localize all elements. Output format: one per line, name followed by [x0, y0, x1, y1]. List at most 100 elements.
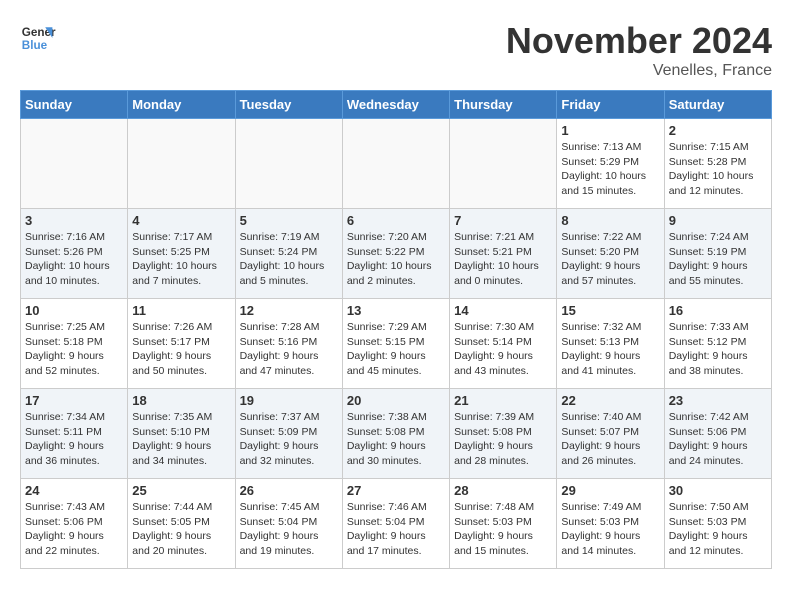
day-number: 29 [561, 483, 659, 498]
day-cell: 30 Sunrise: 7:50 AM Sunset: 5:03 PM Dayli… [664, 479, 771, 569]
week-row-5: 24 Sunrise: 7:43 AM Sunset: 5:06 PM Dayli… [21, 479, 772, 569]
week-row-4: 17 Sunrise: 7:34 AM Sunset: 5:11 PM Dayli… [21, 389, 772, 479]
day-number: 19 [240, 393, 338, 408]
day-number: 7 [454, 213, 552, 228]
day-cell: 18 Sunrise: 7:35 AM Sunset: 5:10 PM Dayli… [128, 389, 235, 479]
day-cell: 8 Sunrise: 7:22 AM Sunset: 5:20 PM Daylig… [557, 209, 664, 299]
day-cell: 9 Sunrise: 7:24 AM Sunset: 5:19 PM Daylig… [664, 209, 771, 299]
day-info: Sunrise: 7:42 AM Sunset: 5:06 PM Dayligh… [669, 410, 767, 469]
day-number: 27 [347, 483, 445, 498]
month-title: November 2024 [506, 20, 772, 62]
day-number: 1 [561, 123, 659, 138]
day-number: 26 [240, 483, 338, 498]
day-info: Sunrise: 7:44 AM Sunset: 5:05 PM Dayligh… [132, 500, 230, 559]
day-number: 15 [561, 303, 659, 318]
logo: General Blue [20, 20, 56, 56]
day-info: Sunrise: 7:25 AM Sunset: 5:18 PM Dayligh… [25, 320, 123, 379]
day-cell: 16 Sunrise: 7:33 AM Sunset: 5:12 PM Dayli… [664, 299, 771, 389]
day-info: Sunrise: 7:17 AM Sunset: 5:25 PM Dayligh… [132, 230, 230, 289]
day-cell [342, 119, 449, 209]
day-number: 8 [561, 213, 659, 228]
day-number: 25 [132, 483, 230, 498]
day-cell: 25 Sunrise: 7:44 AM Sunset: 5:05 PM Dayli… [128, 479, 235, 569]
day-number: 28 [454, 483, 552, 498]
day-info: Sunrise: 7:48 AM Sunset: 5:03 PM Dayligh… [454, 500, 552, 559]
day-cell: 3Sunrise: 7:16 AM Sunset: 5:26 PM Daylig… [21, 209, 128, 299]
logo-icon: General Blue [20, 20, 56, 56]
day-number: 11 [132, 303, 230, 318]
day-info: Sunrise: 7:46 AM Sunset: 5:04 PM Dayligh… [347, 500, 445, 559]
day-info: Sunrise: 7:22 AM Sunset: 5:20 PM Dayligh… [561, 230, 659, 289]
day-info: Sunrise: 7:28 AM Sunset: 5:16 PM Dayligh… [240, 320, 338, 379]
day-info: Sunrise: 7:40 AM Sunset: 5:07 PM Dayligh… [561, 410, 659, 469]
day-cell: 23 Sunrise: 7:42 AM Sunset: 5:06 PM Dayli… [664, 389, 771, 479]
day-cell [128, 119, 235, 209]
day-info: Sunrise: 7:32 AM Sunset: 5:13 PM Dayligh… [561, 320, 659, 379]
column-header-sunday: Sunday [21, 91, 128, 119]
day-number: 10 [25, 303, 123, 318]
day-number: 30 [669, 483, 767, 498]
day-info: Sunrise: 7:24 AM Sunset: 5:19 PM Dayligh… [669, 230, 767, 289]
day-number: 20 [347, 393, 445, 408]
title-section: November 2024 Venelles, France [506, 20, 772, 80]
column-header-thursday: Thursday [450, 91, 557, 119]
day-info: Sunrise: 7:16 AM Sunset: 5:26 PM Dayligh… [25, 230, 123, 289]
day-number: 4 [132, 213, 230, 228]
day-info: Sunrise: 7:21 AM Sunset: 5:21 PM Dayligh… [454, 230, 552, 289]
day-cell: 2 Sunrise: 7:15 AM Sunset: 5:28 PM Daylig… [664, 119, 771, 209]
column-header-tuesday: Tuesday [235, 91, 342, 119]
day-info: Sunrise: 7:43 AM Sunset: 5:06 PM Dayligh… [25, 500, 123, 559]
day-cell: 12Sunrise: 7:28 AM Sunset: 5:16 PM Dayli… [235, 299, 342, 389]
day-info: Sunrise: 7:33 AM Sunset: 5:12 PM Dayligh… [669, 320, 767, 379]
calendar-header-row: SundayMondayTuesdayWednesdayThursdayFrid… [21, 91, 772, 119]
day-cell: 29Sunrise: 7:49 AM Sunset: 5:03 PM Dayli… [557, 479, 664, 569]
day-info: Sunrise: 7:37 AM Sunset: 5:09 PM Dayligh… [240, 410, 338, 469]
day-info: Sunrise: 7:19 AM Sunset: 5:24 PM Dayligh… [240, 230, 338, 289]
day-cell: 11 Sunrise: 7:26 AM Sunset: 5:17 PM Dayli… [128, 299, 235, 389]
day-info: Sunrise: 7:30 AM Sunset: 5:14 PM Dayligh… [454, 320, 552, 379]
day-info: Sunrise: 7:13 AM Sunset: 5:29 PM Dayligh… [561, 140, 659, 199]
calendar-table: SundayMondayTuesdayWednesdayThursdayFrid… [20, 90, 772, 569]
day-number: 22 [561, 393, 659, 408]
day-info: Sunrise: 7:35 AM Sunset: 5:10 PM Dayligh… [132, 410, 230, 469]
day-cell: 1 Sunrise: 7:13 AM Sunset: 5:29 PM Daylig… [557, 119, 664, 209]
week-row-3: 10 Sunrise: 7:25 AM Sunset: 5:18 PM Dayli… [21, 299, 772, 389]
day-cell: 19 Sunrise: 7:37 AM Sunset: 5:09 PM Dayli… [235, 389, 342, 479]
day-info: Sunrise: 7:45 AM Sunset: 5:04 PM Dayligh… [240, 500, 338, 559]
column-header-friday: Friday [557, 91, 664, 119]
day-number: 21 [454, 393, 552, 408]
day-number: 23 [669, 393, 767, 408]
column-header-saturday: Saturday [664, 91, 771, 119]
day-cell: 21 Sunrise: 7:39 AM Sunset: 5:08 PM Dayli… [450, 389, 557, 479]
column-header-monday: Monday [128, 91, 235, 119]
day-number: 6 [347, 213, 445, 228]
location: Venelles, France [506, 62, 772, 80]
day-number: 16 [669, 303, 767, 318]
day-cell: 5Sunrise: 7:19 AM Sunset: 5:24 PM Daylig… [235, 209, 342, 299]
day-cell: 13Sunrise: 7:29 AM Sunset: 5:15 PM Dayli… [342, 299, 449, 389]
day-info: Sunrise: 7:50 AM Sunset: 5:03 PM Dayligh… [669, 500, 767, 559]
day-cell: 28 Sunrise: 7:48 AM Sunset: 5:03 PM Dayli… [450, 479, 557, 569]
week-row-2: 3Sunrise: 7:16 AM Sunset: 5:26 PM Daylig… [21, 209, 772, 299]
day-info: Sunrise: 7:29 AM Sunset: 5:15 PM Dayligh… [347, 320, 445, 379]
day-number: 17 [25, 393, 123, 408]
page-header: General Blue November 2024 Venelles, Fra… [20, 20, 772, 80]
day-cell: 14Sunrise: 7:30 AM Sunset: 5:14 PM Dayli… [450, 299, 557, 389]
day-info: Sunrise: 7:38 AM Sunset: 5:08 PM Dayligh… [347, 410, 445, 469]
day-cell: 4 Sunrise: 7:17 AM Sunset: 5:25 PM Daylig… [128, 209, 235, 299]
day-info: Sunrise: 7:39 AM Sunset: 5:08 PM Dayligh… [454, 410, 552, 469]
day-number: 18 [132, 393, 230, 408]
day-cell: 10 Sunrise: 7:25 AM Sunset: 5:18 PM Dayli… [21, 299, 128, 389]
day-number: 9 [669, 213, 767, 228]
day-cell: 15 Sunrise: 7:32 AM Sunset: 5:13 PM Dayli… [557, 299, 664, 389]
day-cell [450, 119, 557, 209]
day-number: 24 [25, 483, 123, 498]
day-info: Sunrise: 7:26 AM Sunset: 5:17 PM Dayligh… [132, 320, 230, 379]
day-number: 2 [669, 123, 767, 138]
day-info: Sunrise: 7:15 AM Sunset: 5:28 PM Dayligh… [669, 140, 767, 199]
day-cell: 24 Sunrise: 7:43 AM Sunset: 5:06 PM Dayli… [21, 479, 128, 569]
column-header-wednesday: Wednesday [342, 91, 449, 119]
day-cell: 17 Sunrise: 7:34 AM Sunset: 5:11 PM Dayli… [21, 389, 128, 479]
day-info: Sunrise: 7:34 AM Sunset: 5:11 PM Dayligh… [25, 410, 123, 469]
day-cell: 26 Sunrise: 7:45 AM Sunset: 5:04 PM Dayli… [235, 479, 342, 569]
